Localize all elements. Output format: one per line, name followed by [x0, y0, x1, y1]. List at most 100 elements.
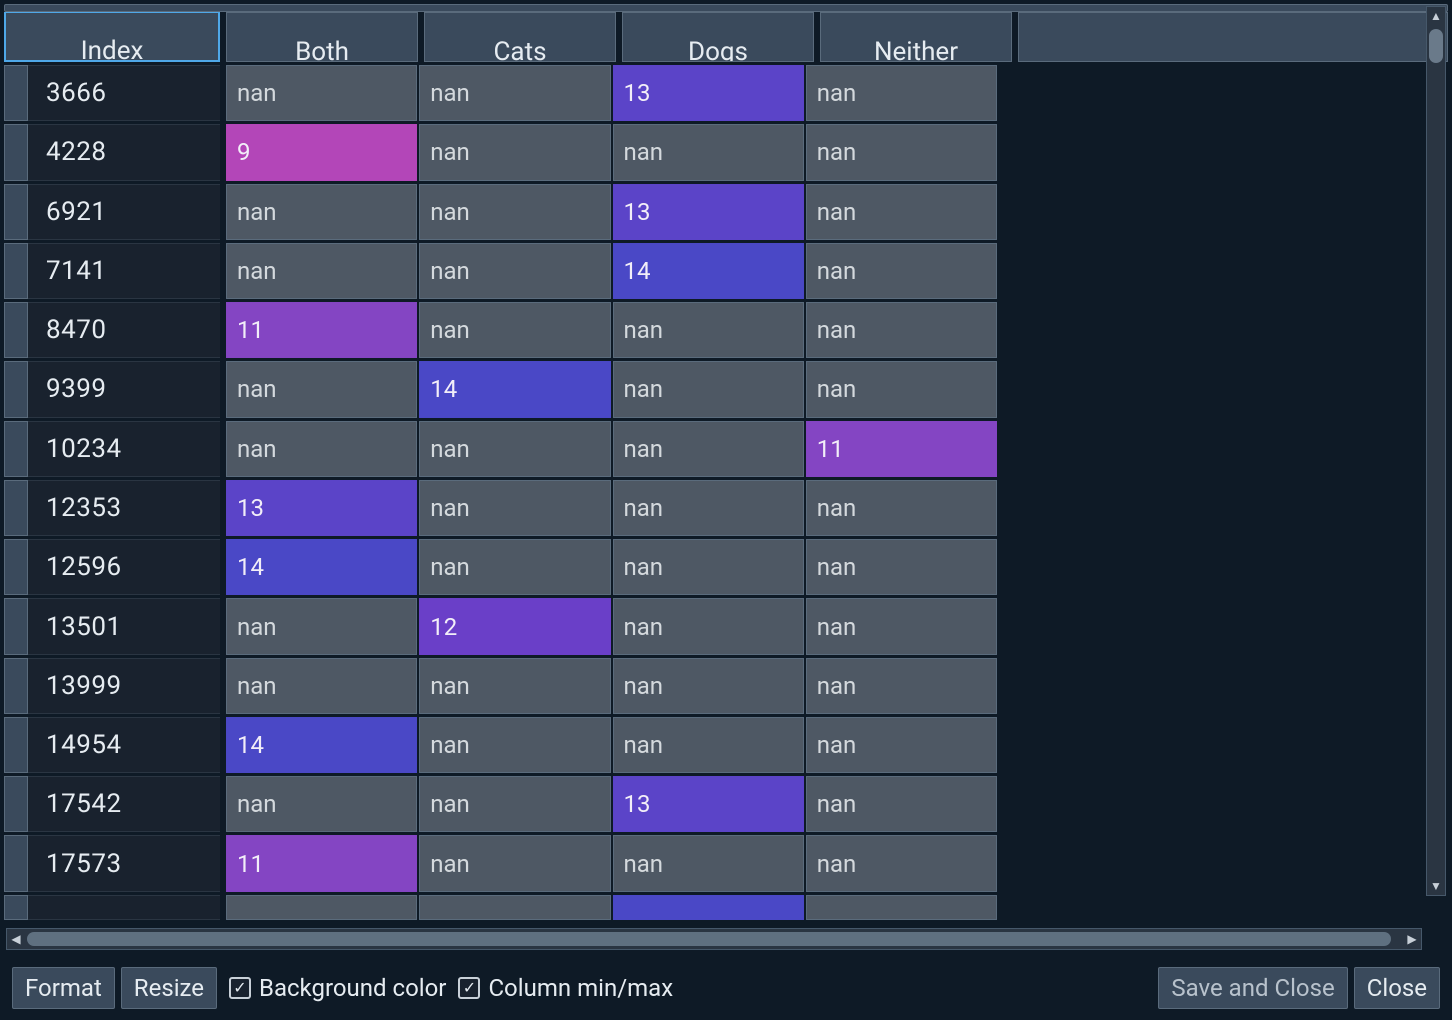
data-cell[interactable]: nan — [613, 539, 804, 595]
index-cell[interactable]: 14954 — [28, 717, 220, 773]
data-cell[interactable]: nan — [419, 835, 610, 891]
horizontal-scrollbar-track[interactable] — [25, 929, 1403, 949]
data-cell[interactable]: 14 — [613, 243, 804, 299]
data-cell[interactable]: nan — [806, 184, 997, 240]
index-row[interactable]: 17542 — [4, 776, 220, 832]
data-cell[interactable]: 11 — [226, 835, 417, 891]
index-row[interactable]: 3666 — [4, 65, 220, 121]
save-and-close-button[interactable]: Save and Close — [1158, 967, 1347, 1009]
data-cell[interactable]: nan — [613, 658, 804, 714]
index-cell[interactable]: 12353 — [28, 480, 220, 536]
data-cell[interactable]: 14 — [226, 717, 417, 773]
column-header-dogs[interactable]: Dogs — [622, 12, 814, 62]
index-cell[interactable]: 3666 — [28, 65, 220, 121]
data-cell[interactable]: nan — [613, 717, 804, 773]
data-cell[interactable]: nan — [226, 65, 417, 121]
index-row[interactable]: 4228 — [4, 124, 220, 180]
data-cell[interactable]: nan — [613, 302, 804, 358]
data-cell[interactable]: nan — [419, 65, 610, 121]
data-cell[interactable]: nan — [806, 65, 997, 121]
data-cell[interactable]: nan — [613, 421, 804, 477]
index-cell[interactable]: 4228 — [28, 124, 220, 180]
column-header-both[interactable]: Both — [226, 12, 418, 62]
data-cell[interactable]: nan — [419, 184, 610, 240]
index-cell[interactable]: 6921 — [28, 184, 220, 240]
scroll-left-icon[interactable]: ◀ — [7, 929, 25, 949]
data-cell[interactable]: nan — [419, 480, 610, 536]
column-header-cats[interactable]: Cats — [424, 12, 616, 62]
index-cell[interactable]: 13501 — [28, 598, 220, 654]
index-cell[interactable]: 8470 — [28, 302, 220, 358]
data-cell[interactable]: nan — [419, 539, 610, 595]
index-cell[interactable]: 10234 — [28, 421, 220, 477]
index-cell[interactable]: 17573 — [28, 835, 220, 891]
resize-button[interactable]: Resize — [121, 967, 217, 1009]
data-cell[interactable]: 13 — [226, 480, 417, 536]
scroll-right-icon[interactable]: ▶ — [1403, 929, 1421, 949]
data-cell[interactable]: 12 — [419, 598, 610, 654]
index-header[interactable]: Index — [4, 12, 220, 62]
data-cell[interactable]: nan — [613, 480, 804, 536]
data-cell[interactable]: nan — [806, 658, 997, 714]
index-cell[interactable]: 7141 — [28, 243, 220, 299]
data-cell[interactable]: nan — [419, 302, 610, 358]
data-cell[interactable]: 14 — [419, 361, 610, 417]
data-cell[interactable]: nan — [419, 124, 610, 180]
vertical-scrollbar[interactable]: ▲ ▼ — [1426, 6, 1446, 896]
index-cell[interactable]: 17542 — [28, 776, 220, 832]
column-header-neither[interactable]: Neither — [820, 12, 1012, 62]
data-cell[interactable]: nan — [419, 421, 610, 477]
data-cell[interactable]: nan — [806, 539, 997, 595]
data-cell[interactable]: 11 — [806, 421, 997, 477]
data-cell[interactable]: nan — [806, 776, 997, 832]
data-cell[interactable]: nan — [806, 480, 997, 536]
vertical-scrollbar-thumb[interactable] — [1429, 29, 1443, 63]
data-cell[interactable]: nan — [226, 361, 417, 417]
index-row[interactable]: 8470 — [4, 302, 220, 358]
data-cell[interactable]: nan — [226, 658, 417, 714]
data-cell[interactable]: 13 — [613, 776, 804, 832]
index-cell[interactable]: 9399 — [28, 361, 220, 417]
scroll-down-icon[interactable]: ▼ — [1427, 877, 1445, 895]
index-cell[interactable]: 12596 — [28, 539, 220, 595]
data-cell[interactable]: nan — [226, 421, 417, 477]
data-cell[interactable]: nan — [226, 184, 417, 240]
data-cell[interactable]: nan — [806, 243, 997, 299]
index-row[interactable]: 13999 — [4, 658, 220, 714]
data-cell[interactable]: 13 — [613, 65, 804, 121]
data-cell[interactable]: nan — [419, 717, 610, 773]
index-row[interactable]: 10234 — [4, 421, 220, 477]
format-button[interactable]: Format — [12, 967, 115, 1009]
data-cell[interactable]: 11 — [226, 302, 417, 358]
data-cell[interactable]: nan — [806, 124, 997, 180]
data-cell[interactable]: nan — [613, 124, 804, 180]
close-button[interactable]: Close — [1354, 967, 1440, 1009]
index-row[interactable]: 9399 — [4, 361, 220, 417]
column-minmax-checkbox[interactable]: ✓ Column min/max — [458, 974, 673, 1002]
data-cell[interactable]: nan — [806, 361, 997, 417]
index-row[interactable]: 6921 — [4, 184, 220, 240]
data-cell[interactable]: nan — [613, 598, 804, 654]
data-cell[interactable]: nan — [226, 598, 417, 654]
data-cell[interactable]: 13 — [613, 184, 804, 240]
data-cell[interactable]: 9 — [226, 124, 417, 180]
scroll-up-icon[interactable]: ▲ — [1427, 7, 1445, 25]
data-cell[interactable]: nan — [419, 658, 610, 714]
data-cell[interactable]: nan — [613, 361, 804, 417]
index-row[interactable]: 12596 — [4, 539, 220, 595]
data-cell[interactable]: nan — [226, 243, 417, 299]
data-cell[interactable]: nan — [806, 598, 997, 654]
index-row[interactable]: 14954 — [4, 717, 220, 773]
index-cell[interactable]: 13999 — [28, 658, 220, 714]
data-cell[interactable]: nan — [419, 776, 610, 832]
index-row[interactable]: 13501 — [4, 598, 220, 654]
data-cell[interactable]: nan — [226, 776, 417, 832]
data-cell[interactable]: nan — [613, 835, 804, 891]
horizontal-scrollbar-thumb[interactable] — [27, 932, 1391, 946]
data-cell[interactable]: nan — [806, 302, 997, 358]
index-row[interactable]: 12353 — [4, 480, 220, 536]
horizontal-scrollbar[interactable]: ◀ ▶ — [6, 928, 1422, 950]
index-row[interactable]: 7141 — [4, 243, 220, 299]
data-cell[interactable]: nan — [806, 835, 997, 891]
data-cell[interactable]: 14 — [226, 539, 417, 595]
